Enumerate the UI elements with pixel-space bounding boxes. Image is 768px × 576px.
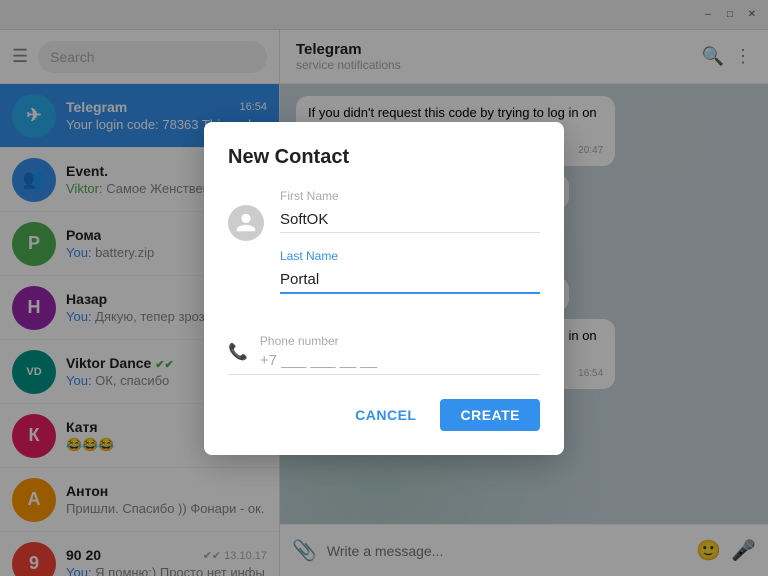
- fields-group: First Name Last Name: [280, 189, 540, 310]
- phone-field-group: Phone number: [260, 334, 540, 370]
- modal-overlay: New Contact First Name Last Name 📞 Phone…: [0, 0, 768, 576]
- first-name-input[interactable]: [280, 207, 540, 233]
- dialog-actions: CANCEL CREATE: [228, 399, 540, 431]
- phone-input[interactable]: [260, 352, 459, 369]
- last-name-label: Last Name: [280, 249, 540, 263]
- contact-avatar-placeholder: [228, 205, 264, 241]
- dialog-field-row: First Name Last Name: [228, 189, 540, 310]
- create-button[interactable]: CREATE: [440, 399, 540, 431]
- phone-icon: 📞: [228, 342, 248, 362]
- last-name-input[interactable]: [280, 267, 540, 294]
- phone-label: Phone number: [260, 334, 540, 348]
- first-name-field: First Name: [280, 189, 540, 233]
- phone-row: 📞 Phone number: [228, 330, 540, 375]
- last-name-field: Last Name: [280, 249, 540, 294]
- cancel-button[interactable]: CANCEL: [339, 399, 432, 431]
- first-name-label: First Name: [280, 189, 540, 203]
- new-contact-dialog: New Contact First Name Last Name 📞 Phone…: [204, 122, 564, 455]
- dialog-title: New Contact: [228, 146, 540, 169]
